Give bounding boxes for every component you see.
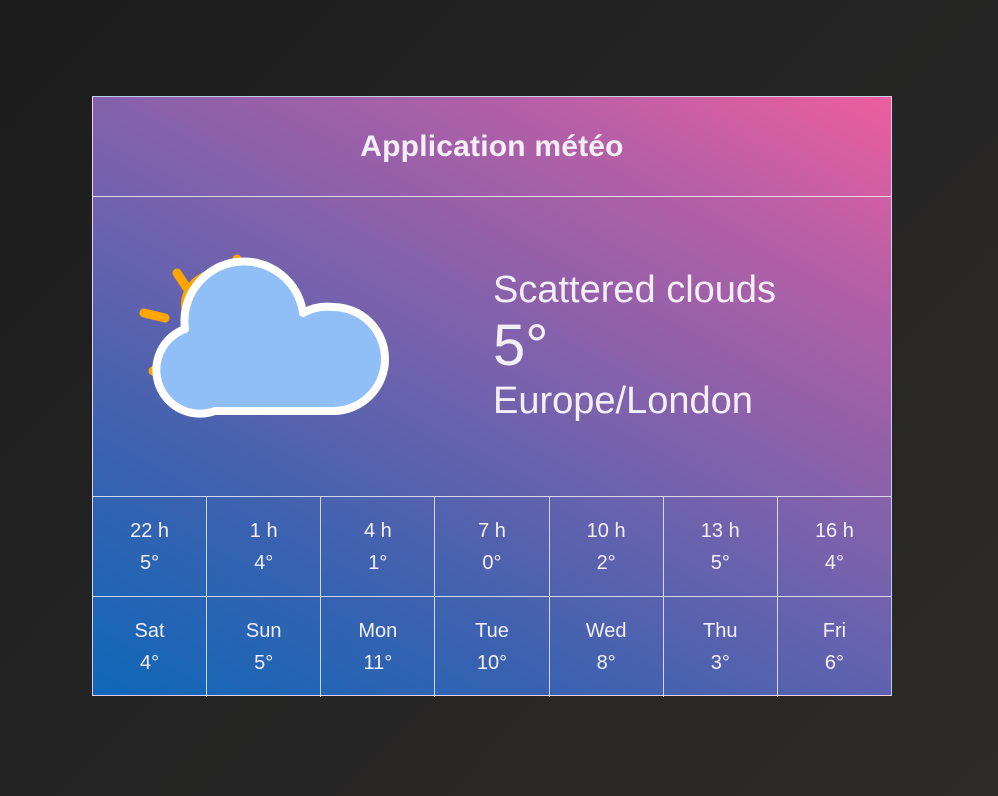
hourly-time: 13 h bbox=[700, 519, 740, 542]
hourly-time: 10 h bbox=[586, 519, 626, 542]
daily-item: Sun 5° bbox=[207, 597, 322, 697]
timezone-label: Europe/London bbox=[493, 380, 753, 422]
daily-day: Tue bbox=[475, 620, 509, 642]
hourly-item: 7 h 0° bbox=[435, 497, 550, 596]
hourly-item: 22 h 5° bbox=[93, 497, 208, 596]
hourly-time: 4 h bbox=[363, 519, 392, 542]
hourly-forecast: 22 h 5° 1 h 4° 4 h 1° 7 h 0° 10 h 2° 13 … bbox=[93, 497, 891, 597]
daily-item: Wed 8° bbox=[550, 597, 664, 697]
hourly-temp: 2° bbox=[596, 551, 616, 574]
daily-temp: 4° bbox=[140, 652, 160, 674]
hourly-item: 10 h 2° bbox=[550, 497, 664, 596]
daily-item: Fri 6° bbox=[778, 597, 891, 697]
scattered-clouds-icon bbox=[133, 221, 403, 421]
hourly-item: 4 h 1° bbox=[321, 497, 436, 596]
hourly-time: 1 h bbox=[249, 519, 278, 542]
hourly-temp: 1° bbox=[368, 551, 388, 574]
current-weather: Scattered clouds 5° Europe/London bbox=[93, 197, 891, 497]
daily-item: Sat 4° bbox=[93, 597, 208, 697]
daily-temp: 5° bbox=[254, 652, 274, 674]
daily-temp: 10° bbox=[476, 652, 508, 674]
hourly-time: 22 h bbox=[130, 519, 170, 542]
daily-temp: 6° bbox=[824, 652, 844, 674]
daily-day: Mon bbox=[358, 620, 398, 642]
sun-cloud-graphic bbox=[139, 254, 389, 418]
daily-forecast: Sat 4° Sun 5° Mon 11° Tue 10° Wed 8° Thu… bbox=[93, 597, 891, 697]
daily-item: Mon 11° bbox=[321, 597, 436, 697]
hourly-item: 16 h 4° bbox=[778, 497, 891, 596]
app-header: Application météo bbox=[93, 97, 891, 197]
hourly-time: 16 h bbox=[814, 519, 854, 542]
app-title: Application météo bbox=[360, 129, 624, 163]
daily-item: Tue 10° bbox=[435, 597, 550, 697]
hourly-temp: 5° bbox=[710, 551, 730, 574]
daily-day: Fri bbox=[822, 620, 847, 642]
weather-description: Scattered clouds bbox=[493, 269, 777, 311]
hourly-item: 13 h 5° bbox=[664, 497, 778, 596]
daily-day: Wed bbox=[585, 620, 627, 642]
daily-temp: 3° bbox=[710, 652, 730, 674]
daily-day: Thu bbox=[703, 620, 738, 642]
current-temperature: 5° bbox=[493, 313, 549, 378]
daily-temp: 11° bbox=[363, 652, 393, 674]
weather-app: Application météo Scattered clouds 5° Eu… bbox=[92, 96, 892, 697]
hourly-time: 7 h bbox=[478, 519, 506, 542]
hourly-temp: 4° bbox=[824, 551, 844, 574]
daily-temp: 8° bbox=[596, 652, 616, 674]
hourly-temp: 0° bbox=[482, 551, 502, 574]
hourly-temp: 5° bbox=[140, 551, 160, 574]
hourly-item: 1 h 4° bbox=[207, 497, 322, 596]
hourly-temp: 4° bbox=[254, 551, 274, 574]
daily-day: Sat bbox=[134, 620, 165, 642]
current-info: Scattered clouds 5° Europe/London bbox=[493, 269, 776, 423]
daily-item: Thu 3° bbox=[664, 597, 778, 697]
daily-day: Sun bbox=[245, 620, 282, 642]
